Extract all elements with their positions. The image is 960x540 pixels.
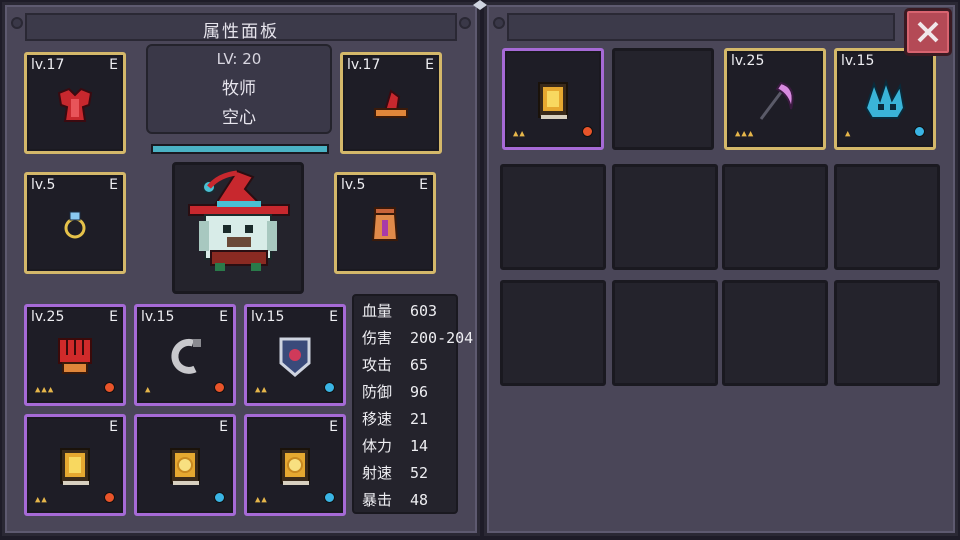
equip-slot-book-2[interactable]: E <box>134 414 236 516</box>
blue-gem-icon <box>214 492 225 503</box>
stat-row: 体力 14 <box>362 437 429 455</box>
stats-list: 血量 603 伤害 200-204 攻击 65 防御 96 移速 21 体力 14 射速 52… <box>352 294 473 514</box>
corner-rivet <box>459 17 471 29</box>
hook-icon <box>171 338 201 374</box>
inventory-slot-empty[interactable] <box>500 164 606 270</box>
inventory-slot[interactable]: lv.15 ▲ <box>834 48 936 150</box>
character-class: 牧师 <box>222 79 256 99</box>
item-stars: ▲ <box>845 129 852 139</box>
sun-book-icon <box>170 447 200 485</box>
inventory-slot-empty[interactable] <box>612 164 718 270</box>
inventory-slot-empty[interactable] <box>612 48 714 150</box>
inventory-slot-empty[interactable] <box>612 280 718 386</box>
stat-row: 移速 21 <box>362 410 429 428</box>
sun-book-icon <box>280 447 310 485</box>
close-icon <box>917 21 939 43</box>
item-level: lv.25 <box>31 309 65 325</box>
blue-gem-icon <box>324 382 335 393</box>
orange-gem-icon <box>104 382 115 393</box>
close-button[interactable] <box>904 8 952 56</box>
red-armor-icon <box>57 87 93 122</box>
equip-slot-hook[interactable]: lv.15 E ▲ <box>134 304 236 406</box>
character-level: LV: 20 <box>216 50 262 68</box>
inventory-slot[interactable]: ▲▲ <box>502 48 604 150</box>
stat-row: 伤害 200-204 <box>362 329 474 347</box>
item-level: lv.17 <box>31 57 65 73</box>
equipped-tag: E <box>425 57 434 73</box>
health-bar <box>151 144 329 154</box>
equipped-tag: E <box>219 309 228 325</box>
orange-gem-icon <box>214 382 225 393</box>
inventory-slot-empty[interactable] <box>500 280 606 386</box>
equip-slot-book-1[interactable]: E ▲▲ <box>24 414 126 516</box>
diamond-ornament-icon <box>473 0 487 10</box>
item-level: lv.5 <box>341 177 366 193</box>
equipped-tag: E <box>329 309 338 325</box>
equipped-tag: E <box>219 419 228 435</box>
inventory-slot-empty[interactable] <box>834 164 940 270</box>
stat-row: 暴击 48 <box>362 491 429 509</box>
equipped-tag: E <box>109 57 118 73</box>
character-subclass: 空心 <box>222 108 256 128</box>
ring-icon <box>64 211 86 239</box>
gold-book-icon <box>538 81 568 119</box>
equip-slot-gauntlet[interactable]: lv.25 E ▲▲▲ <box>24 304 126 406</box>
inventory-slot-empty[interactable] <box>722 164 828 270</box>
title-bar: 属性面板 <box>25 13 457 42</box>
item-level: lv.15 <box>841 53 875 69</box>
equip-slot-ring[interactable]: lv.5 E <box>24 172 126 274</box>
blue-gem-icon <box>914 126 925 137</box>
item-stars: ▲▲ <box>255 385 268 395</box>
orange-gem-icon <box>582 126 593 137</box>
item-stars: ▲▲▲ <box>35 385 55 395</box>
equipped-tag: E <box>109 419 118 435</box>
equipped-tag: E <box>329 419 338 435</box>
equip-slot-book-3[interactable]: E ▲▲ <box>244 414 346 516</box>
equipped-tag: E <box>419 177 428 193</box>
item-level: lv.15 <box>251 309 285 325</box>
panel-title: 属性面板 <box>203 22 279 42</box>
stat-row: 射速 52 <box>362 464 429 482</box>
equip-slot-shield[interactable]: lv.15 E ▲▲ <box>244 304 346 406</box>
health-bar-fill <box>153 146 327 152</box>
item-level: lv.17 <box>347 57 381 73</box>
orange-gem-icon <box>104 492 115 503</box>
item-stars: ▲▲ <box>255 495 268 505</box>
equipped-tag: E <box>109 309 118 325</box>
crystal-dragon-icon <box>864 78 906 119</box>
item-stars: ▲▲ <box>35 495 48 505</box>
character-portrait <box>172 162 304 294</box>
corner-rivet <box>493 17 505 29</box>
red-gauntlet-icon <box>58 337 92 374</box>
red-hat-icon <box>374 89 408 118</box>
equip-slot-hat[interactable]: lv.17 E <box>340 52 442 154</box>
equipped-tag: E <box>109 177 118 193</box>
gold-book-icon <box>60 447 90 485</box>
equip-slot-cape[interactable]: lv.5 E <box>334 172 436 274</box>
character-info: LV: 20 牧师 空心 <box>146 44 332 134</box>
shield-icon <box>279 337 311 377</box>
scythe-icon <box>759 81 794 120</box>
inventory-slot-empty[interactable] <box>722 280 828 386</box>
inventory-slot-empty[interactable] <box>834 280 940 386</box>
stat-row: 防御 96 <box>362 383 429 401</box>
cape-icon <box>371 206 399 241</box>
title-bar <box>507 13 895 41</box>
stat-row: 攻击 65 <box>362 356 429 374</box>
item-stars: ▲▲ <box>513 129 526 139</box>
inventory-slot[interactable]: lv.25 ▲▲▲ <box>724 48 826 150</box>
equip-slot-armor[interactable]: lv.17 E <box>24 52 126 154</box>
item-level: lv.25 <box>731 53 765 69</box>
item-level: lv.5 <box>31 177 56 193</box>
blue-gem-icon <box>324 492 335 503</box>
item-stars: ▲ <box>145 385 152 395</box>
item-stars: ▲▲▲ <box>735 129 755 139</box>
wizard-character-icon <box>188 169 290 271</box>
corner-rivet <box>11 17 23 29</box>
item-level: lv.15 <box>141 309 175 325</box>
stat-row: 血量 603 <box>362 302 438 320</box>
